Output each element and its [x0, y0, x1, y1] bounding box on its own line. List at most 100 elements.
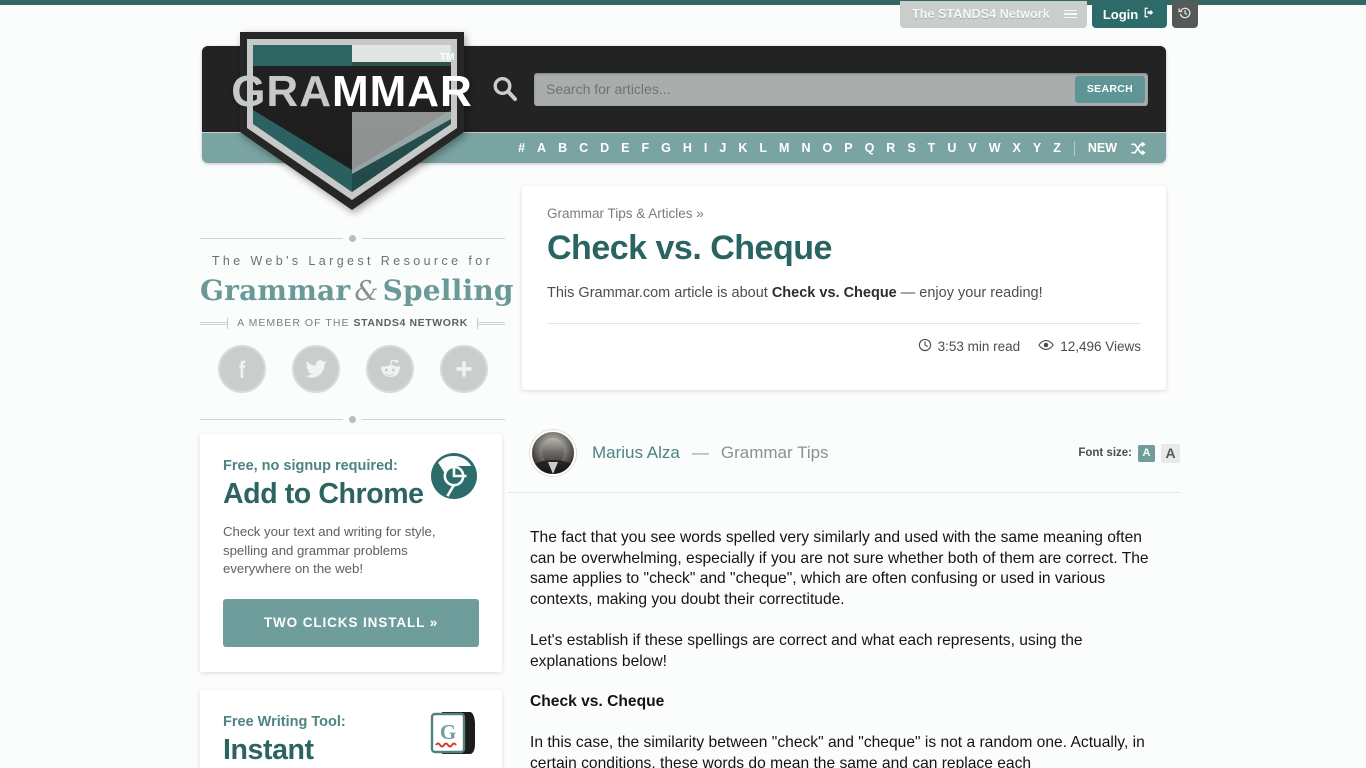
chrome-card-description: Check your text and writing for style, s…	[223, 523, 436, 577]
article-paragraph: In this case, the similarity between "ch…	[530, 734, 1145, 768]
nav-letter-d[interactable]: D	[594, 141, 615, 155]
tagline-ampersand: &	[354, 276, 379, 307]
stands4-network-dropdown[interactable]: The STANDS4 Network	[900, 0, 1087, 28]
nav-letter-h[interactable]: H	[677, 141, 698, 155]
stands4-network-label: The STANDS4 Network	[912, 7, 1050, 21]
logo-wordmark: GRAMMAR	[232, 67, 472, 116]
utility-bar: The STANDS4 Network Login	[900, 0, 1199, 28]
divider-bottom	[200, 413, 505, 425]
nav-letter-j[interactable]: J	[713, 141, 732, 155]
nav-letter-q[interactable]: Q	[859, 141, 881, 155]
history-clock-icon	[1178, 6, 1192, 23]
search-button[interactable]: SEARCH	[1074, 75, 1145, 103]
nav-letter-g[interactable]: G	[655, 141, 677, 155]
nav-letter-u[interactable]: U	[941, 141, 962, 155]
nav-letter-s[interactable]: S	[901, 141, 921, 155]
history-button[interactable]	[1172, 0, 1199, 28]
read-time-label: 3:53 min read	[937, 339, 1021, 354]
network-member-row: A MEMBER OF THE STANDS4 NETWORK	[200, 317, 506, 329]
nav-letter-z[interactable]: Z	[1047, 141, 1067, 155]
subtitle-pre: This Grammar.com article is about	[547, 285, 772, 301]
svg-text:G: G	[440, 720, 456, 744]
article-stats: 3:53 min read 12,496 Views	[547, 338, 1141, 355]
article-paragraph: The fact that you see words spelled very…	[530, 529, 1149, 609]
subtitle-bold: Check vs. Cheque	[771, 285, 897, 301]
tagline-word-grammar: Grammar	[200, 274, 351, 307]
nav-letter-o[interactable]: O	[816, 141, 838, 155]
nav-letter-c[interactable]: C	[573, 141, 594, 155]
article-subtitle: This Grammar.com article is about Check …	[547, 285, 1141, 301]
byline-dash: —	[691, 443, 709, 462]
nav-letter-b[interactable]: B	[552, 141, 573, 155]
divider-top	[200, 232, 505, 244]
article-body: The fact that you see words spelled very…	[530, 528, 1164, 768]
views-stat: 12,496 Views	[1038, 338, 1141, 355]
search-input[interactable]	[534, 72, 1075, 106]
article-section-heading: Check vs. Cheque	[530, 693, 665, 711]
nav-letter-x[interactable]: X	[1007, 141, 1027, 155]
font-size-label: Font size:	[1078, 447, 1132, 459]
font-size-controls: Font size: A A	[1078, 443, 1180, 463]
nav-letter-p[interactable]: P	[838, 141, 858, 155]
network-member-text: A MEMBER OF THE STANDS4 NETWORK	[228, 317, 477, 329]
page-root: The STANDS4 Network Login Search for art…	[0, 0, 1366, 768]
magnifier-icon	[490, 74, 520, 104]
grammar-g-book-icon: G	[428, 708, 478, 761]
nav-letter-f[interactable]: F	[636, 141, 656, 155]
shuffle-icon[interactable]	[1123, 141, 1150, 155]
nav-letter-v[interactable]: V	[962, 141, 982, 155]
nav-letter-w[interactable]: W	[983, 141, 1007, 155]
nav-letter-l[interactable]: L	[753, 141, 773, 155]
nav-letter-n[interactable]: N	[795, 141, 816, 155]
logo-trademark: TM	[440, 52, 454, 63]
member-network: STANDS4 NETWORK	[353, 317, 468, 329]
nav-letter-k[interactable]: K	[732, 141, 753, 155]
search-area: SEARCH	[490, 46, 1166, 132]
byline-divider	[508, 492, 1180, 493]
alphabet-letters: # A B C D E F G H I J K L M N O P Q R S T U V W X Y Z	[512, 133, 1067, 163]
login-button[interactable]: Login	[1091, 0, 1168, 28]
author-name[interactable]: Marius Alza	[592, 443, 680, 463]
nav-letter-e[interactable]: E	[615, 141, 635, 155]
nav-letter-i[interactable]: I	[698, 141, 713, 155]
login-arrow-icon	[1143, 6, 1156, 22]
hamburger-icon	[1063, 9, 1077, 19]
article-paragraph: Let's establish if these spellings are c…	[530, 631, 1083, 670]
tagline-main: Grammar & Spelling	[200, 274, 513, 307]
nav-new-link[interactable]: NEW	[1082, 133, 1123, 163]
two-clicks-install-button[interactable]: TWO CLICKS INSTALL »	[223, 598, 479, 647]
font-size-large-button[interactable]: A	[1161, 443, 1180, 463]
article-header-card: Grammar Tips & Articles » Check vs. Cheq…	[522, 186, 1166, 390]
nav-letter-y[interactable]: Y	[1027, 141, 1047, 155]
grammar-logo[interactable]: GRAMMAR TM	[231, 22, 472, 212]
tagline-top: The Web's Largest Resource for	[211, 254, 494, 268]
left-sidebar: The Web's Largest Resource for Grammar & S…	[200, 232, 513, 425]
clock-icon	[918, 338, 932, 355]
card-divider	[547, 323, 1141, 324]
nav-letter-hash[interactable]: #	[512, 141, 531, 155]
eye-icon	[1038, 338, 1054, 355]
nav-letter-r[interactable]: R	[880, 141, 901, 155]
reddit-icon[interactable]	[365, 345, 414, 393]
more-share-icon[interactable]	[439, 345, 488, 393]
search-box: SEARCH	[534, 72, 1148, 106]
chrome-logo-icon	[430, 452, 478, 505]
font-size-small-button[interactable]: A	[1138, 444, 1155, 462]
article-byline: Marius Alza — Grammar Tips Font size: A …	[530, 430, 1180, 476]
member-prefix: A MEMBER OF THE	[237, 317, 354, 329]
article-category[interactable]: Grammar Tips	[721, 443, 829, 463]
twitter-icon[interactable]	[291, 345, 340, 393]
subtitle-post: — enjoy your reading!	[896, 285, 1043, 301]
facebook-icon[interactable]	[217, 345, 266, 393]
breadcrumb[interactable]: Grammar Tips & Articles »	[547, 206, 1141, 221]
avatar	[530, 430, 576, 476]
login-label: Login	[1102, 6, 1139, 22]
page-title: Check vs. Cheque	[547, 229, 832, 267]
read-time-stat: 3:53 min read	[918, 338, 1021, 355]
nav-letter-a[interactable]: A	[531, 141, 552, 155]
tagline-word-spelling: Spelling	[382, 274, 514, 307]
nav-letter-t[interactable]: T	[922, 141, 942, 155]
social-links	[200, 345, 505, 393]
nav-letter-m[interactable]: M	[773, 141, 795, 155]
views-label: 12,496 Views	[1060, 339, 1141, 354]
